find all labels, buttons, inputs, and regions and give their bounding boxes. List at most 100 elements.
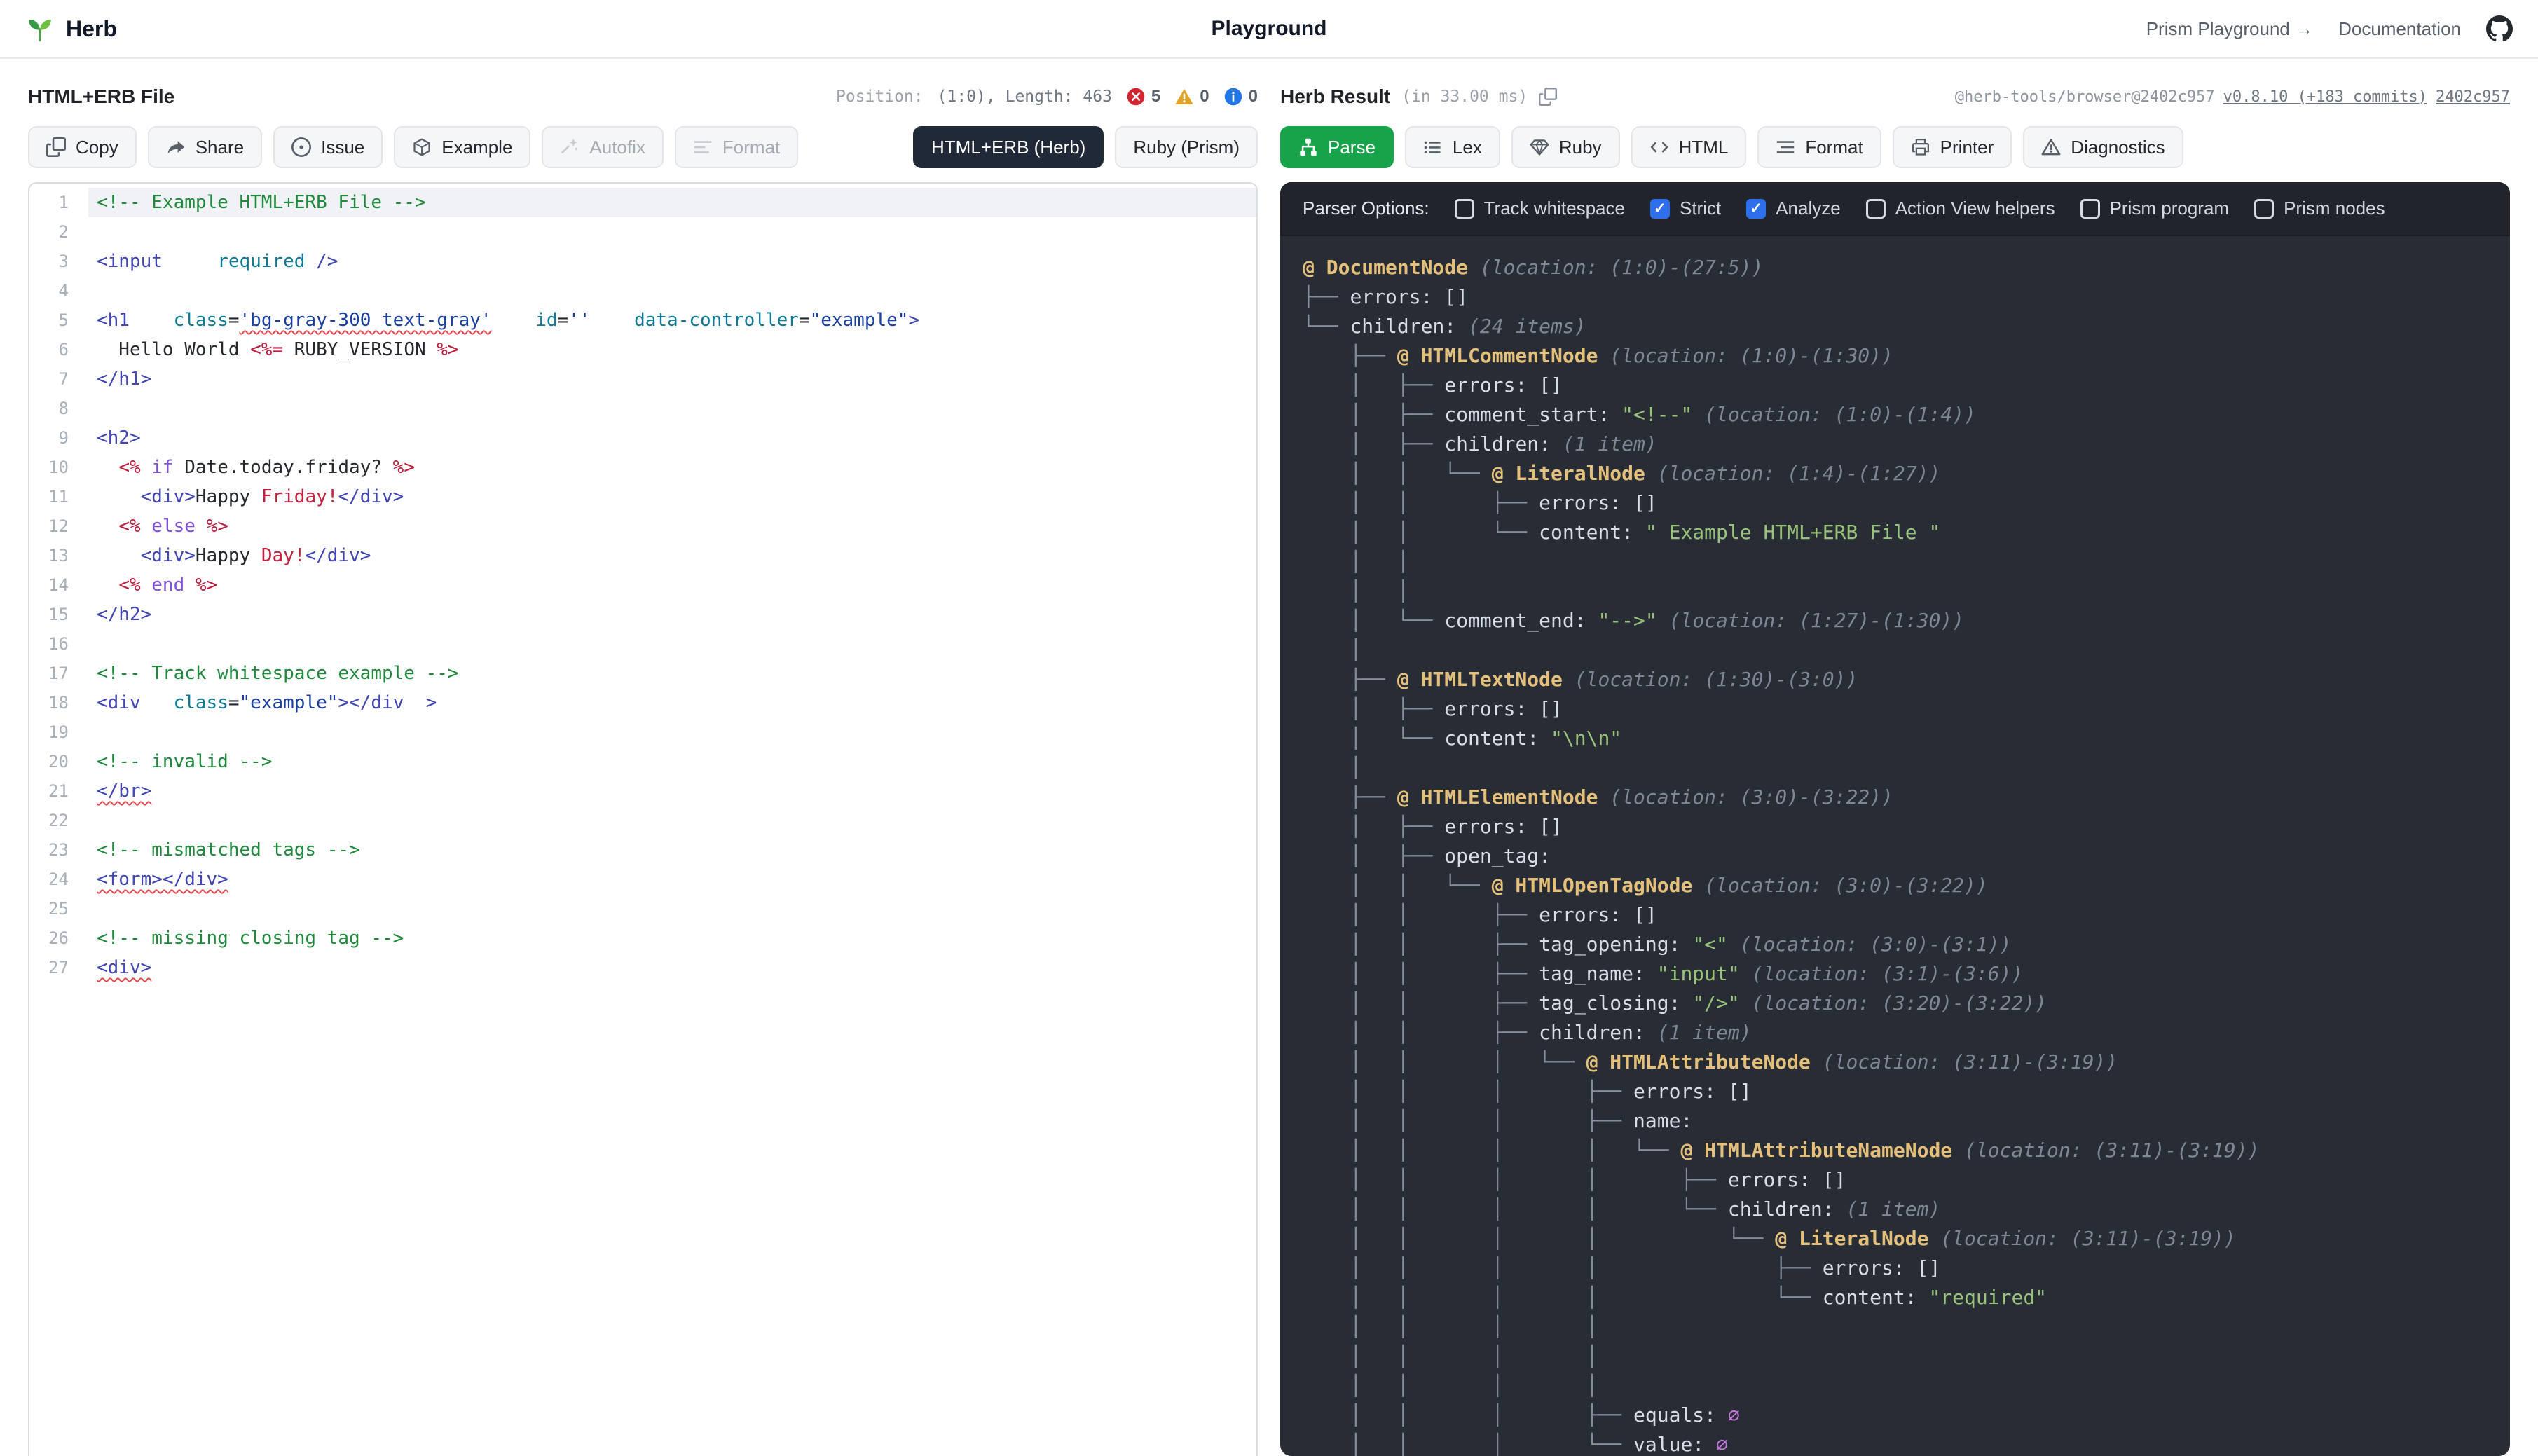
code-line-3[interactable]: 3<input required /> xyxy=(29,247,1256,276)
syntax-segment: errors: [] xyxy=(1444,815,1563,838)
checkbox-unchecked-icon[interactable] xyxy=(2254,199,2274,219)
tab-ruby-prism[interactable]: Ruby (Prism) xyxy=(1115,126,1258,168)
documentation-link[interactable]: Documentation xyxy=(2338,18,2461,40)
code-line-4[interactable]: 4 xyxy=(29,276,1256,305)
line-number: 10 xyxy=(29,453,88,482)
checkbox-checked-icon[interactable] xyxy=(1746,199,1766,219)
example-button[interactable]: Example xyxy=(394,126,530,168)
parser-option-strict[interactable]: Strict xyxy=(1650,198,1721,219)
parse-button[interactable]: Parse xyxy=(1280,126,1394,168)
tree-line: │ ├── children: (1 item) xyxy=(1303,430,2488,459)
html-label: HTML xyxy=(1679,137,1729,158)
code-line-7[interactable]: 7</h1> xyxy=(29,364,1256,394)
code-line-14[interactable]: 14 <% end %> xyxy=(29,570,1256,600)
issue-button[interactable]: Issue xyxy=(273,126,383,168)
html-icon xyxy=(1649,137,1669,157)
code-line-1[interactable]: 1<!-- Example HTML+ERB File --> xyxy=(29,188,1256,217)
code-line-26[interactable]: 26<!-- missing closing tag --> xyxy=(29,923,1256,953)
ruby-button[interactable]: Ruby xyxy=(1511,126,1620,168)
syntax-segment: @ DocumentNode xyxy=(1303,256,1468,279)
prism-playground-link[interactable]: Prism Playground → xyxy=(2146,18,2313,40)
code-line-17[interactable]: 17<!-- Track whitespace example --> xyxy=(29,659,1256,688)
tree-line: │ xyxy=(1303,636,2488,665)
code-line-8[interactable]: 8 xyxy=(29,394,1256,423)
code-line-5[interactable]: 5<h1 class='bg-gray-300 text-gray' id=''… xyxy=(29,305,1256,335)
parser-option-prism-program[interactable]: Prism program xyxy=(2080,198,2229,219)
syntax-segment: │ ├── xyxy=(1303,697,1444,720)
tree-line: │ │ xyxy=(1303,577,2488,606)
syntax-segment: errors: [] xyxy=(1633,1080,1752,1103)
code-line-15[interactable]: 15</h2> xyxy=(29,600,1256,629)
code-editor[interactable]: 1<!-- Example HTML+ERB File -->23<input … xyxy=(28,182,1258,1456)
line-number: 7 xyxy=(29,364,88,394)
syntax-segment: name: xyxy=(1633,1109,1692,1132)
code-line-20[interactable]: 20<!-- invalid --> xyxy=(29,747,1256,776)
share-button[interactable]: Share xyxy=(148,126,262,168)
code-text: <form></div> xyxy=(88,865,1256,894)
result-format-button[interactable]: Format xyxy=(1757,126,1881,168)
tree-line: └── children: (24 items) xyxy=(1303,312,2488,341)
code-line-22[interactable]: 22 xyxy=(29,806,1256,835)
autofix-button: Autofix xyxy=(542,126,664,168)
code-line-11[interactable]: 11 <div>Happy Friday!</div> xyxy=(29,482,1256,511)
checkbox-unchecked-icon[interactable] xyxy=(1866,199,1886,219)
ast-tree[interactable]: @ DocumentNode (location: (1:0)-(27:5))├… xyxy=(1280,236,2510,1456)
code-line-21[interactable]: 21</br> xyxy=(29,776,1256,806)
line-number: 14 xyxy=(29,570,88,600)
checkbox-checked-icon[interactable] xyxy=(1650,199,1670,219)
commit-link[interactable]: 2402c957 xyxy=(2436,88,2510,106)
syntax-segment xyxy=(97,545,141,566)
parser-option-analyze[interactable]: Analyze xyxy=(1746,198,1841,219)
syntax-segment: <h2> xyxy=(97,427,141,448)
code-line-10[interactable]: 10 <% if Date.today.friday? %> xyxy=(29,453,1256,482)
code-line-25[interactable]: 25 xyxy=(29,894,1256,923)
syntax-segment: @ LiteralNode xyxy=(1775,1227,1928,1250)
error-icon xyxy=(1126,87,1146,107)
code-line-9[interactable]: 9<h2> xyxy=(29,423,1256,453)
html-button[interactable]: HTML xyxy=(1631,126,1747,168)
code-line-12[interactable]: 12 <% else %> xyxy=(29,511,1256,541)
syntax-segment: errors: [] xyxy=(1444,697,1563,720)
lex-button[interactable]: Lex xyxy=(1405,126,1500,168)
checkbox-unchecked-icon[interactable] xyxy=(1455,199,1474,219)
diagnostics-button[interactable]: Diagnostics xyxy=(2023,126,2183,168)
syntax-segment xyxy=(305,251,316,272)
version-link[interactable]: v0.8.10 (+183 commits) xyxy=(2223,88,2427,106)
autofix-icon xyxy=(560,137,579,157)
tab-html-erb-herb[interactable]: HTML+ERB (Herb) xyxy=(913,126,1104,168)
copy-result-button[interactable] xyxy=(1536,85,1560,109)
syntax-segment: (1 item) xyxy=(1563,432,1657,455)
tree-line: │ │ │ └── @ HTMLAttributeNode (location:… xyxy=(1303,1048,2488,1077)
syntax-segment: "/>" xyxy=(1692,991,1739,1015)
result-toolbar: Parse Lex Ruby xyxy=(1280,126,2510,168)
line-number: 27 xyxy=(29,953,88,982)
line-number: 8 xyxy=(29,394,88,423)
code-line-16[interactable]: 16 xyxy=(29,629,1256,659)
herb-logo-icon xyxy=(25,14,55,43)
parse-time: (in 33.00 ms) xyxy=(1401,88,1528,106)
code-line-23[interactable]: 23<!-- mismatched tags --> xyxy=(29,835,1256,865)
syntax-segment: <div xyxy=(97,692,141,713)
checkbox-unchecked-icon[interactable] xyxy=(2080,199,2100,219)
parser-option-prism-nodes[interactable]: Prism nodes xyxy=(2254,198,2385,219)
syntax-segment: <div> xyxy=(97,957,151,978)
code-line-27[interactable]: 27 <div> xyxy=(29,953,1256,982)
github-link[interactable] xyxy=(2486,15,2513,42)
parser-option-action-view-helpers[interactable]: Action View helpers xyxy=(1866,198,2055,219)
syntax-segment: %> xyxy=(207,516,228,537)
code-line-24[interactable]: 24<form></div> xyxy=(29,865,1256,894)
code-line-2[interactable]: 2 xyxy=(29,217,1256,247)
parser-option-track-whitespace[interactable]: Track whitespace xyxy=(1455,198,1625,219)
code-line-19[interactable]: 19 xyxy=(29,717,1256,747)
code-text: <div class="example"></div > xyxy=(88,688,1256,717)
copy-button[interactable]: Copy xyxy=(28,126,137,168)
code-line-6[interactable]: 6 Hello World <%= RUBY_VERSION %> xyxy=(29,335,1256,364)
tree-line: │ │ └── content: " Example HTML+ERB File… xyxy=(1303,518,2488,547)
code-line-13[interactable]: 13 <div>Happy Day!</div> xyxy=(29,541,1256,570)
editor-panel-title: HTML+ERB File xyxy=(28,85,174,108)
tree-line: │ │ │ │ └── children: (1 item) xyxy=(1303,1195,2488,1224)
code-text: <div>Happy Friday!</div> xyxy=(88,482,1256,511)
brand[interactable]: Herb xyxy=(25,14,117,43)
code-line-18[interactable]: 18<div class="example"></div > xyxy=(29,688,1256,717)
printer-button[interactable]: Printer xyxy=(1893,126,2012,168)
